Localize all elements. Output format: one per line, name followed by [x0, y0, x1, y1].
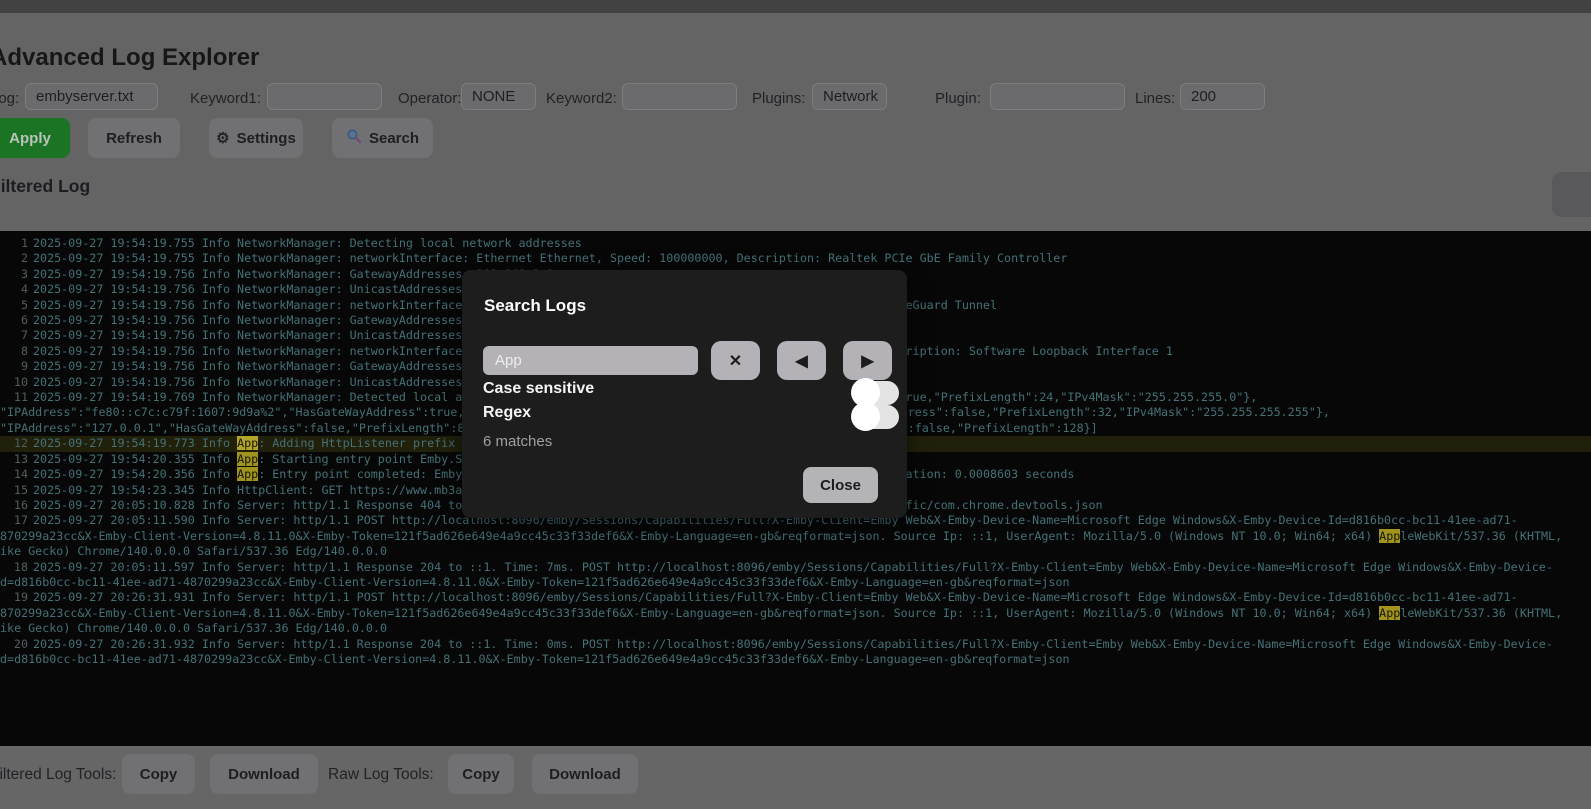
prev-arrow-icon: ◀ [795, 351, 807, 371]
footer-toolbar: Filtered Log Tools: Copy Download Raw Lo… [0, 746, 1591, 809]
close-x-icon: ✕ [729, 351, 742, 371]
plugin-label: Plugin: [935, 90, 981, 107]
search-button[interactable]: Search [332, 118, 433, 158]
log-row: 202025-09-27 20:26:31.932 Info Server: h… [0, 637, 1591, 652]
match-highlight: App [237, 436, 258, 450]
filtered-tools-label: Filtered Log Tools: [0, 766, 116, 784]
page: Advanced Log Explorer Log: embyserver.tx… [0, 0, 1591, 809]
log-file-label: Log: [0, 90, 19, 107]
clear-search-button[interactable]: ✕ [711, 341, 760, 380]
raw-tools-label: Raw Log Tools: [328, 766, 434, 784]
case-sensitive-toggle[interactable] [853, 381, 899, 405]
lines-label: Lines: [1135, 90, 1175, 107]
plugin-input[interactable] [990, 83, 1125, 110]
log-row: 870299a23cc&X-Emby-Client-Version=4.8.11… [0, 606, 1591, 621]
regex-toggle[interactable] [853, 405, 899, 429]
top-strip [0, 0, 1591, 13]
page-title: Advanced Log Explorer [0, 44, 259, 72]
log-row: 182025-09-27 20:05:11.597 Info Server: h… [0, 560, 1591, 575]
log-row: d=d816b0cc-bc11-41ee-ad71-4870299a23cc&X… [0, 575, 1591, 590]
match-highlight: App [1379, 606, 1400, 620]
log-row: 22025-09-27 19:54:19.755 Info NetworkMan… [0, 251, 1591, 266]
lines-input[interactable]: 200 [1180, 83, 1265, 110]
keyword1-label: Keyword1: [190, 90, 261, 107]
match-count: 6 matches [483, 433, 552, 450]
next-arrow-icon: ▶ [861, 351, 873, 371]
refresh-button[interactable]: Refresh [88, 118, 180, 158]
filtered-log-heading: Filtered Log [0, 176, 90, 197]
match-highlight: App [237, 452, 258, 466]
keyword2-label: Keyword2: [546, 90, 617, 107]
keyword2-input[interactable] [622, 83, 737, 110]
operator-select[interactable]: NONE [461, 83, 536, 110]
floating-button[interactable] [1552, 172, 1591, 217]
keyword1-input[interactable] [267, 83, 382, 110]
plugins-label: Plugins: [752, 90, 805, 107]
case-sensitive-label: Case sensitive [483, 380, 594, 398]
modal-search-input[interactable] [483, 346, 698, 375]
magnifier-icon [346, 128, 362, 148]
filtered-download-button[interactable]: Download [210, 754, 318, 794]
log-row: ike Gecko) Chrome/140.0.0.0 Safari/537.3… [0, 621, 1591, 636]
raw-download-button[interactable]: Download [532, 754, 638, 794]
log-row: ike Gecko) Chrome/140.0.0.0 Safari/537.3… [0, 544, 1591, 559]
gear-icon: ⚙ [216, 129, 229, 147]
raw-copy-button[interactable]: Copy [448, 754, 514, 794]
log-row: 192025-09-27 20:26:31.931 Info Server: h… [0, 590, 1591, 605]
close-modal-button[interactable]: Close [803, 467, 878, 503]
log-row: d=d816b0cc-bc11-41ee-ad71-4870299a23cc&X… [0, 652, 1591, 667]
next-match-button[interactable]: ▶ [843, 341, 892, 380]
log-row: 870299a23cc&X-Emby-Client-Version=4.8.11… [0, 529, 1591, 544]
toggle-knob [851, 402, 880, 431]
search-modal: Search Logs ✕ ◀ ▶ Case sensitive Regex 6… [462, 270, 907, 518]
log-file-input[interactable]: embyserver.txt [25, 83, 158, 110]
match-highlight: App [237, 467, 258, 481]
prev-match-button[interactable]: ◀ [777, 341, 826, 380]
regex-label: Regex [483, 404, 531, 422]
match-highlight: App [1379, 529, 1400, 543]
modal-title: Search Logs [484, 296, 586, 316]
settings-button[interactable]: ⚙Settings [209, 118, 303, 158]
operator-label: Operator: [398, 90, 461, 107]
filtered-copy-button[interactable]: Copy [122, 754, 195, 794]
apply-button[interactable]: Apply [0, 118, 70, 158]
plugins-select[interactable]: Network [812, 83, 887, 110]
log-row: 12025-09-27 19:54:19.755 Info NetworkMan… [0, 236, 1591, 251]
